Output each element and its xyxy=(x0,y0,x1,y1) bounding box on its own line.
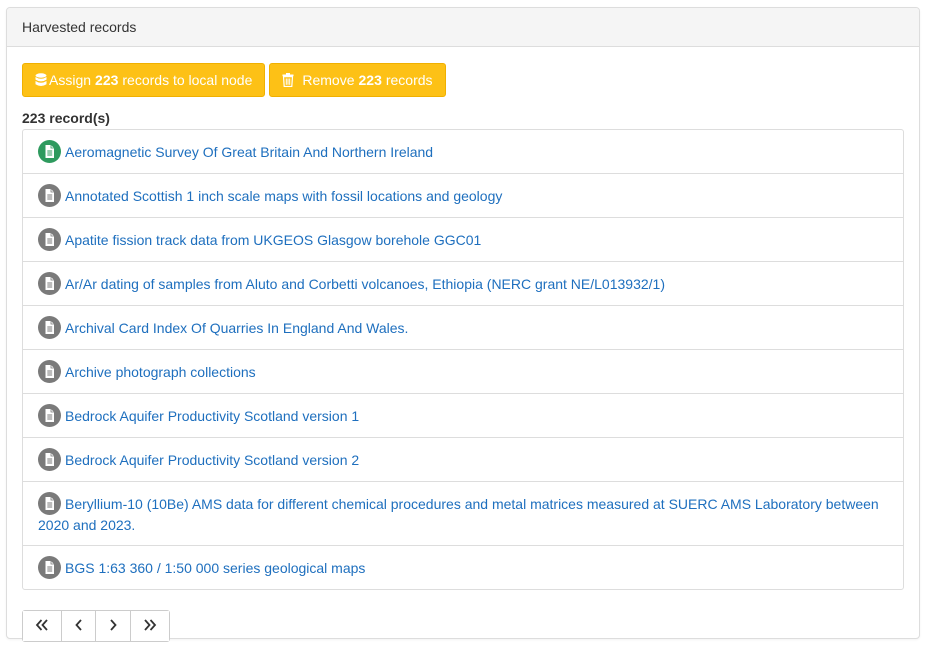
document-icon xyxy=(38,404,61,427)
document-icon xyxy=(38,448,61,471)
record-link[interactable]: Archive photograph collections xyxy=(65,364,256,380)
trash-icon xyxy=(282,73,294,87)
last-page-button[interactable] xyxy=(131,611,169,641)
remove-count: 223 xyxy=(358,72,382,88)
panel-title: Harvested records xyxy=(7,8,919,47)
record-link[interactable]: Apatite fission track data from UKGEOS G… xyxy=(65,232,481,248)
document-icon xyxy=(38,360,61,383)
list-item: Archive photograph collections xyxy=(23,350,903,394)
remove-prefix: Remove xyxy=(302,72,355,88)
list-item: Beryllium-10 (10Be) AMS data for differe… xyxy=(23,482,903,546)
record-link[interactable]: Archival Card Index Of Quarries In Engla… xyxy=(65,320,408,336)
double-chevron-left-icon xyxy=(35,618,49,634)
list-item: BGS 1:63 360 / 1:50 000 series geologica… xyxy=(23,546,903,589)
record-link[interactable]: Beryllium-10 (10Be) AMS data for differe… xyxy=(38,496,879,533)
document-icon xyxy=(38,140,61,163)
record-count: 223 record(s) xyxy=(22,110,110,126)
panel-body: Assign 223 records to local node Remove xyxy=(7,47,919,642)
previous-page-button[interactable] xyxy=(62,611,96,641)
double-chevron-right-icon xyxy=(143,618,157,634)
list-item: Archival Card Index Of Quarries In Engla… xyxy=(23,306,903,350)
document-icon xyxy=(38,492,61,515)
assign-count: 223 xyxy=(95,72,119,88)
document-icon xyxy=(38,272,61,295)
pagination xyxy=(22,610,170,642)
record-link[interactable]: Annotated Scottish 1 inch scale maps wit… xyxy=(65,188,502,204)
list-item: Ar/Ar dating of samples from Aluto and C… xyxy=(23,262,903,306)
record-link[interactable]: Bedrock Aquifer Productivity Scotland ve… xyxy=(65,452,359,468)
assign-records-button[interactable]: Assign 223 records to local node xyxy=(22,63,266,97)
record-link[interactable]: Aeromagnetic Survey Of Great Britain And… xyxy=(65,144,433,160)
chevron-right-icon xyxy=(109,618,117,634)
harvested-records-panel: Harvested records Assign 223 records to … xyxy=(6,7,920,642)
record-link[interactable]: Ar/Ar dating of samples from Aluto and C… xyxy=(65,276,665,292)
list-item: Bedrock Aquifer Productivity Scotland ve… xyxy=(23,394,903,438)
action-buttons: Assign 223 records to local node Remove xyxy=(22,63,904,97)
remove-records-button[interactable]: Remove 223 records xyxy=(269,63,446,97)
database-icon xyxy=(35,73,47,87)
document-icon xyxy=(38,184,61,207)
list-item: Annotated Scottish 1 inch scale maps wit… xyxy=(23,174,903,218)
assign-prefix: Assign xyxy=(49,72,92,88)
next-page-button[interactable] xyxy=(96,611,131,641)
remove-suffix: records xyxy=(385,72,433,88)
record-link[interactable]: BGS 1:63 360 / 1:50 000 series geologica… xyxy=(65,560,365,576)
document-icon xyxy=(38,556,61,579)
records-list: Aeromagnetic Survey Of Great Britain And… xyxy=(22,129,904,590)
chevron-left-icon xyxy=(74,618,83,634)
list-item: Apatite fission track data from UKGEOS G… xyxy=(23,218,903,262)
record-link[interactable]: Bedrock Aquifer Productivity Scotland ve… xyxy=(65,408,359,424)
list-item: Aeromagnetic Survey Of Great Britain And… xyxy=(23,130,903,174)
list-item: Bedrock Aquifer Productivity Scotland ve… xyxy=(23,438,903,482)
first-page-button[interactable] xyxy=(23,611,62,641)
document-icon xyxy=(38,228,61,251)
assign-suffix: records to local node xyxy=(122,72,253,88)
document-icon xyxy=(38,316,61,339)
